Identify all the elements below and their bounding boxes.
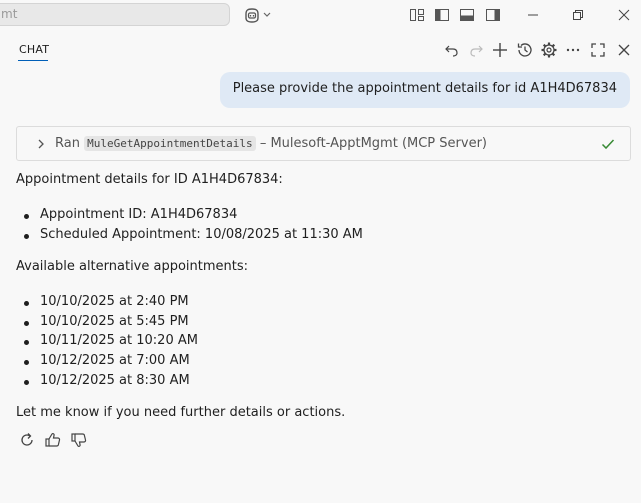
list-item: Scheduled Appointment: 10/08/2025 at 11:… (24, 227, 363, 242)
close-icon[interactable] (615, 6, 633, 24)
response-intro: Appointment details for ID A1H4D67834: (16, 172, 283, 187)
maximize-icon[interactable] (589, 41, 607, 59)
tool-call-summary[interactable]: Ran MuleGetAppointmentDetails – Mulesoft… (16, 126, 631, 161)
active-tab-indicator (18, 60, 48, 61)
more-icon[interactable] (564, 41, 582, 59)
command-center-search[interactable]: mt (0, 3, 230, 26)
toggle-panel-icon[interactable] (458, 6, 476, 24)
chevron-down-icon (263, 12, 271, 17)
list-item: 10/12/2025 at 7:00 AM (24, 353, 190, 368)
toggle-secondary-sidebar-icon[interactable] (484, 6, 502, 24)
tool-call-server: – Mulesoft-ApptMgmt (MCP Server) (259, 136, 487, 151)
user-message-bubble: Please provide the appointment details f… (219, 72, 630, 108)
tool-name: MuleGetAppointmentDetails (84, 136, 256, 151)
tab-chat[interactable]: CHAT (19, 43, 49, 56)
minimize-icon[interactable] (524, 6, 542, 24)
customize-layout-icon[interactable] (408, 6, 426, 24)
list-item: 10/10/2025 at 2:40 PM (24, 294, 189, 309)
copilot-icon (245, 8, 271, 23)
check-icon (600, 136, 616, 152)
title-bar: mt (0, 0, 641, 30)
copilot-menu-button[interactable] (243, 5, 275, 25)
list-item: 10/11/2025 at 10:20 AM (24, 333, 198, 348)
list-item: Appointment ID: A1H4D67834 (23, 207, 238, 222)
list-item: 10/12/2025 at 8:30 AM (24, 373, 190, 388)
undo-icon[interactable] (443, 41, 461, 59)
new-chat-icon[interactable] (491, 41, 509, 59)
thumbs-up-icon[interactable] (44, 431, 62, 449)
redo-icon[interactable] (467, 41, 485, 59)
chevron-right-icon (34, 137, 48, 151)
chat-header: CHAT (0, 36, 641, 66)
restore-icon[interactable] (569, 6, 587, 24)
close-icon[interactable] (615, 41, 633, 59)
tool-call-prefix: Ran (55, 136, 80, 151)
response-closing: Let me know if you need further details … (16, 405, 346, 420)
list-item: 10/10/2025 at 5:45 PM (24, 314, 189, 329)
history-icon[interactable] (516, 41, 534, 59)
toggle-primary-sidebar-icon[interactable] (433, 6, 451, 24)
thumbs-down-icon[interactable] (70, 431, 88, 449)
retry-icon[interactable] (18, 431, 36, 449)
settings-icon[interactable] (540, 41, 558, 59)
tool-call-text: Ran MuleGetAppointmentDetails – Mulesoft… (55, 136, 487, 151)
response-alt-heading: Available alternative appointments: (16, 259, 249, 274)
